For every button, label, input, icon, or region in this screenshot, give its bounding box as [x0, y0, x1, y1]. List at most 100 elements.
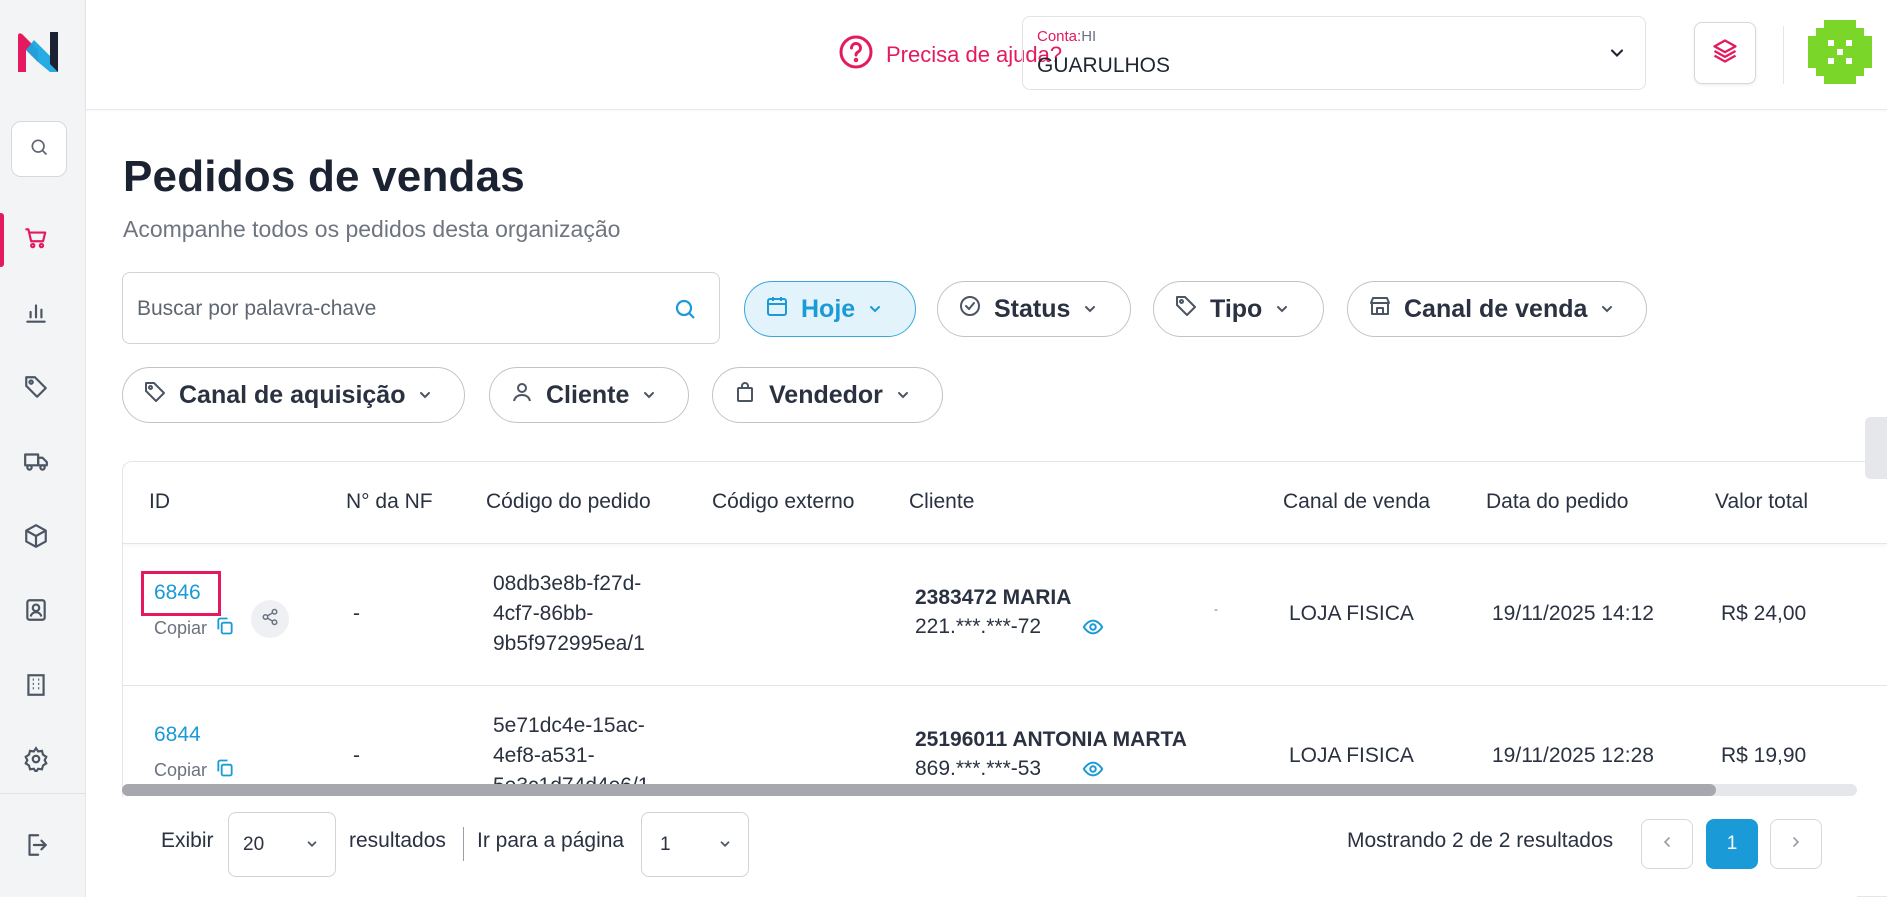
store-icon: [1368, 294, 1392, 325]
filter-acquisition-channel-button[interactable]: Canal de aquisição: [122, 367, 465, 423]
chevron-down-icon: [1274, 295, 1290, 324]
page-select[interactable]: 1: [641, 812, 749, 877]
col-header-order-date[interactable]: Data do pedido: [1486, 490, 1628, 514]
results-label: resultados: [349, 829, 446, 852]
top-header: Precisa de ajuda? Conta:HI GUARULHOS: [86, 0, 1887, 110]
client-document: 221.***.***-72: [915, 615, 1042, 638]
table-row[interactable]: 6846 Copiar - 08db3e8b-f27d- 4cf7-86bb- …: [123, 544, 1887, 686]
sidebar-item-contacts[interactable]: [0, 585, 72, 639]
logout-icon: [23, 832, 49, 863]
account-value: GUARULHOS: [1037, 54, 1171, 77]
chevron-down-icon: [1607, 43, 1627, 68]
goto-page-label: Ir para a página: [477, 829, 625, 852]
order-id-link[interactable]: 6844: [154, 723, 201, 747]
header-divider: [1783, 26, 1784, 84]
order-code-cell: 08db3e8b-f27d- 4cf7-86bb- 9b5f972995ea/1: [493, 572, 645, 655]
nf-cell: -: [353, 602, 360, 625]
tag-icon: [23, 374, 49, 405]
eye-icon[interactable]: [1081, 758, 1105, 785]
search-input[interactable]: Buscar por palavra-chave: [122, 272, 720, 344]
col-header-nf[interactable]: N° da NF: [346, 490, 433, 514]
logout-button[interactable]: [0, 820, 72, 874]
client-name: 2383472 MARIA: [915, 586, 1072, 609]
check-circle-icon: [958, 294, 982, 325]
account-select[interactable]: Conta:HI GUARULHOS: [1022, 16, 1646, 90]
chevron-down-icon: [1082, 295, 1098, 324]
account-label: Conta:HI: [1037, 28, 1097, 45]
share-button[interactable]: [251, 600, 289, 638]
shopping-cart-icon: [23, 225, 49, 256]
contact-card-icon: [23, 597, 49, 628]
vertical-scrollbar[interactable]: [1865, 417, 1887, 479]
filter-seller-button[interactable]: Vendedor: [712, 367, 943, 423]
prev-page-button[interactable]: [1641, 819, 1693, 869]
client-document: 869.***.***-53: [915, 757, 1042, 780]
chevron-down-icon: [867, 295, 883, 324]
page-button-current[interactable]: 1: [1706, 819, 1758, 869]
sales-channel-cell: LOJA FISICA: [1289, 744, 1414, 767]
col-header-external-code[interactable]: Código externo: [712, 490, 854, 514]
nf-cell: -: [353, 744, 360, 767]
filter-sales-channel-button[interactable]: Canal de venda: [1347, 281, 1647, 337]
copy-icon: [215, 758, 235, 783]
copy-icon: [215, 616, 235, 641]
client-name: 25196011 ANTONIA MARTA: [915, 728, 1187, 751]
col-header-order-code[interactable]: Código do pedido: [486, 490, 651, 514]
order-id-link[interactable]: 6846: [154, 581, 201, 605]
shopping-bag-icon: [733, 380, 757, 411]
sidebar-search-button[interactable]: [11, 121, 67, 177]
brand-logo[interactable]: [14, 28, 62, 76]
sidebar: [0, 0, 86, 897]
next-page-button[interactable]: [1770, 819, 1822, 869]
scrollbar-thumb[interactable]: [122, 784, 1716, 796]
sidebar-item-logistics[interactable]: [0, 436, 72, 490]
sidebar-item-settings[interactable]: [0, 734, 72, 788]
filter-type-button[interactable]: Tipo: [1153, 281, 1324, 337]
per-page-select[interactable]: 20: [228, 812, 336, 877]
calendar-icon: [765, 294, 789, 325]
sidebar-item-reports[interactable]: [0, 288, 72, 342]
chevron-down-icon: [417, 381, 433, 410]
col-header-total[interactable]: Valor total: [1715, 490, 1808, 514]
col-header-sales-channel[interactable]: Canal de venda: [1283, 490, 1430, 514]
avatar[interactable]: [1808, 20, 1872, 84]
sidebar-item-inventory[interactable]: [0, 511, 72, 565]
chevron-down-icon: [305, 837, 319, 856]
chevron-down-icon: [718, 837, 732, 856]
col-header-client[interactable]: Cliente: [909, 490, 974, 514]
chevron-down-icon: [895, 381, 911, 410]
chevron-left-icon: [1659, 834, 1675, 855]
sidebar-item-sales[interactable]: [0, 213, 72, 267]
results-summary: Mostrando 2 de 2 resultados: [1347, 829, 1614, 852]
building-icon: [23, 672, 49, 703]
filter-client-button[interactable]: Cliente: [489, 367, 689, 423]
sidebar-item-organization[interactable]: [0, 660, 72, 714]
sidebar-divider: [0, 793, 86, 794]
order-date-cell: 19/11/2025 12:28: [1492, 744, 1654, 767]
order-date-cell: 19/11/2025 14:12: [1492, 602, 1654, 625]
truck-icon: [22, 448, 50, 479]
user-icon: [510, 380, 534, 411]
filter-status-button[interactable]: Status: [937, 281, 1131, 337]
box-icon: [23, 523, 49, 554]
sidebar-item-products[interactable]: [0, 362, 72, 416]
gear-icon: [23, 745, 49, 777]
eye-icon[interactable]: [1081, 616, 1105, 643]
share-icon: [261, 608, 279, 631]
filter-date-button[interactable]: Hoje: [744, 281, 916, 337]
show-label: Exibir: [161, 829, 214, 852]
layers-icon: [1711, 37, 1739, 70]
pagination-footer: Exibir 20 resultados Ir para a página 1 …: [122, 797, 1857, 897]
question-circle-icon: [838, 34, 874, 76]
copy-id-button[interactable]: Copiar: [154, 758, 235, 783]
page-subtitle: Acompanhe todos os pedidos desta organiz…: [123, 216, 621, 242]
tag-icon: [1174, 294, 1198, 325]
chevron-down-icon: [641, 381, 657, 410]
search-icon: [673, 297, 697, 326]
layers-button[interactable]: [1694, 22, 1756, 84]
col-header-id[interactable]: ID: [149, 490, 170, 514]
copy-id-button[interactable]: Copiar: [154, 616, 235, 641]
bar-chart-icon: [23, 300, 49, 331]
search-placeholder: Buscar por palavra-chave: [137, 297, 377, 320]
horizontal-scrollbar[interactable]: [122, 784, 1857, 796]
